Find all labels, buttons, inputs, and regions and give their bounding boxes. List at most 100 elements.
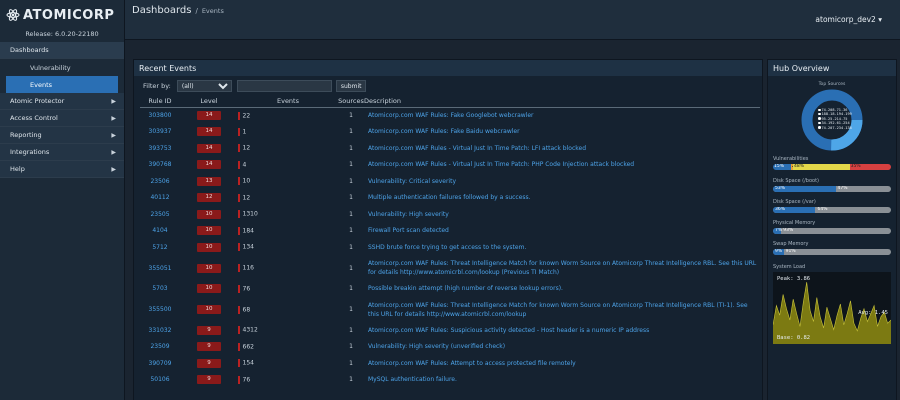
disk-boot-bar[interactable]: 53% 47% — [773, 186, 891, 192]
table-row[interactable]: 23509 9 662 1 Vulnerability: High severity (… — [140, 339, 760, 356]
description-link[interactable]: Atomicorp.com WAF Rules - Virtual Just I… — [364, 157, 760, 174]
events-count: 154 — [242, 359, 254, 367]
table-row[interactable]: 5703 10 76 1 Possible breakin attempt (high … — [140, 281, 760, 298]
rule-id-link[interactable]: 355500 — [140, 297, 180, 322]
sources-count: 1 — [349, 285, 353, 293]
physical-memory-bar[interactable]: 7% 93% — [773, 228, 891, 234]
description-link[interactable]: MySQL authentication failure. — [364, 372, 760, 389]
swap-memory-bar[interactable]: 9% 91% — [773, 249, 891, 255]
rule-id-link[interactable]: 40112 — [140, 190, 180, 207]
description-link[interactable]: Possible breakin attempt (high number of… — [364, 281, 760, 298]
sidebar-item-integrations[interactable]: Integrations ▶ — [0, 144, 124, 161]
table-row[interactable]: 5712 10 134 1 SSHD brute force trying to get… — [140, 239, 760, 256]
description-link[interactable]: Atomicorp.com WAF Rules: Threat Intellig… — [364, 297, 760, 322]
table-row[interactable]: 355500 10 68 1 Atomicorp.com WAF Rules: Thre… — [140, 297, 760, 322]
breadcrumb-section[interactable]: Dashboards — [132, 5, 191, 16]
system-load-chart[interactable]: Peak: 3.86 Avg: 1.45 Base: 0.82 — [772, 272, 892, 344]
vulnerabilities-bar[interactable]: 15%2%48%35% — [773, 164, 891, 170]
description-link[interactable]: Atomicorp.com WAF Rules: Threat Intellig… — [364, 256, 760, 281]
rule-id-link[interactable]: 5712 — [140, 239, 180, 256]
user-menu[interactable]: atomicorp_dev2 ▾ — [815, 15, 882, 24]
rule-id-link[interactable]: 5703 — [140, 281, 180, 298]
table-row[interactable]: 390768 14 4 1 Atomicorp.com WAF Rules - Virt… — [140, 157, 760, 174]
table-row[interactable]: 23506 13 10 1 Vulnerability: Critical severi… — [140, 173, 760, 190]
description-link[interactable]: SSHD brute force trying to get access to… — [364, 239, 760, 256]
breadcrumb-current: Events — [201, 7, 224, 15]
events-count: 662 — [242, 343, 254, 351]
sidebar-item-label: Access Control — [10, 114, 58, 122]
description-link[interactable]: Atomicorp.com WAF Rules: Attempt to acce… — [364, 355, 760, 372]
table-row[interactable]: 393753 14 12 1 Atomicorp.com WAF Rules - Vir… — [140, 140, 760, 157]
column-header-rule-id[interactable]: Rule ID — [140, 96, 180, 108]
events-count: 4 — [242, 161, 247, 169]
table-row[interactable]: 50106 9 76 1 MySQL authentication failure. — [140, 372, 760, 389]
table-row[interactable]: 303937 14 1 1 Atomicorp.com WAF Rules: Fake … — [140, 124, 760, 141]
table-row[interactable]: 331032 9 4312 1 Atomicorp.com WAF Rules: Sus… — [140, 322, 760, 339]
sidebar-item-reporting[interactable]: Reporting ▶ — [0, 127, 124, 144]
rule-id-link[interactable]: 393753 — [140, 140, 180, 157]
sidebar-item-events[interactable]: Events — [6, 76, 118, 93]
filter-input[interactable] — [236, 80, 332, 92]
column-header-sources[interactable]: Sources — [338, 96, 364, 108]
vulnerabilities-label: Vulnerabilities — [773, 156, 809, 162]
level-cell: 10 — [180, 256, 238, 281]
description-link[interactable]: Atomicorp.com WAF Rules: Suspicious acti… — [364, 322, 760, 339]
column-header-level[interactable]: Level — [180, 96, 238, 108]
description-link[interactable]: Atomicorp.com WAF Rules: Fake Googlebot … — [364, 107, 760, 124]
description-link[interactable]: Vulnerability: Critical severity — [364, 173, 760, 190]
rule-id-link[interactable]: 331032 — [140, 322, 180, 339]
sidebar-item-dashboards[interactable]: Dashboards — [0, 42, 124, 59]
events-bar — [238, 359, 240, 368]
description-link[interactable]: Multiple authentication failures followe… — [364, 190, 760, 207]
level-cell: 9 — [180, 339, 238, 356]
events-bar — [238, 326, 240, 335]
rule-id-link[interactable]: 23505 — [140, 206, 180, 223]
sidebar-item-atomic-protector[interactable]: Atomic Protector ▶ — [0, 93, 124, 110]
breadcrumb: Dashboards / Events — [132, 5, 224, 16]
sidebar: ATOMICORP Release: 6.0.20-22180 Dashboar… — [0, 0, 125, 400]
rule-id-link[interactable]: 390709 — [140, 355, 180, 372]
table-row[interactable]: 23505 10 1310 1 Vulnerability: High severity — [140, 206, 760, 223]
legend-dot-icon — [818, 108, 821, 111]
sidebar-item-vulnerability[interactable]: Vulnerability — [0, 59, 124, 76]
level-cell: 9 — [180, 322, 238, 339]
events-cell: 1310 — [238, 206, 338, 223]
disk-var-bar[interactable]: 36% 64% — [773, 207, 891, 213]
rule-id-link[interactable]: 23506 — [140, 173, 180, 190]
description-link[interactable]: Vulnerability: High severity — [364, 206, 760, 223]
atom-icon — [6, 9, 20, 21]
top-sources-donut[interactable]: 74.208.71.36 188.18.194.199 95.25.214.75 34… — [800, 88, 864, 152]
brand-logo[interactable]: ATOMICORP — [0, 0, 124, 30]
rule-id-link[interactable]: 23509 — [140, 339, 180, 356]
submit-button[interactable]: submit — [335, 80, 367, 92]
panel-title: Hub Overview — [768, 60, 896, 76]
table-row[interactable]: 4104 10 184 1 Firewall Port scan detected — [140, 223, 760, 240]
table-row[interactable]: 303800 14 22 1 Atomicorp.com WAF Rules: Fake… — [140, 107, 760, 124]
vulnerability-segment: 15% — [773, 164, 791, 170]
description-link[interactable]: Atomicorp.com WAF Rules - Virtual Just I… — [364, 140, 760, 157]
table-row[interactable]: 40112 12 12 1 Multiple authentication failur… — [140, 190, 760, 207]
rule-id-link[interactable]: 50106 — [140, 372, 180, 389]
events-count: 184 — [242, 227, 254, 235]
description-link[interactable]: Atomicorp.com WAF Rules: Fake Baidu webc… — [364, 124, 760, 141]
description-link[interactable]: Firewall Port scan detected — [364, 223, 760, 240]
rule-id-link[interactable]: 303937 — [140, 124, 180, 141]
bar-used-label: 53% — [775, 186, 786, 191]
events-count: 76 — [242, 376, 251, 384]
sidebar-item-help[interactable]: Help ▶ — [0, 161, 124, 178]
column-header-description[interactable]: Description — [364, 96, 760, 108]
rule-id-link[interactable]: 4104 — [140, 223, 180, 240]
events-count: 12 — [242, 144, 251, 152]
rule-id-link[interactable]: 303800 — [140, 107, 180, 124]
column-header-events[interactable]: Events — [238, 96, 338, 108]
table-row[interactable]: 355051 10 116 1 Atomicorp.com WAF Rules: Thr… — [140, 256, 760, 281]
sources-count: 1 — [349, 243, 353, 251]
rule-id-link[interactable]: 355051 — [140, 256, 180, 281]
legend-dot-icon — [818, 126, 821, 129]
sidebar-item-access-control[interactable]: Access Control ▶ — [0, 110, 124, 127]
bar-used-label: 9% — [775, 249, 783, 254]
rule-id-link[interactable]: 390768 — [140, 157, 180, 174]
description-link[interactable]: Vulnerability: High severity (unverified… — [364, 339, 760, 356]
filter-select[interactable]: (all) — [176, 80, 232, 92]
table-row[interactable]: 390709 9 154 1 Atomicorp.com WAF Rules: Atte… — [140, 355, 760, 372]
